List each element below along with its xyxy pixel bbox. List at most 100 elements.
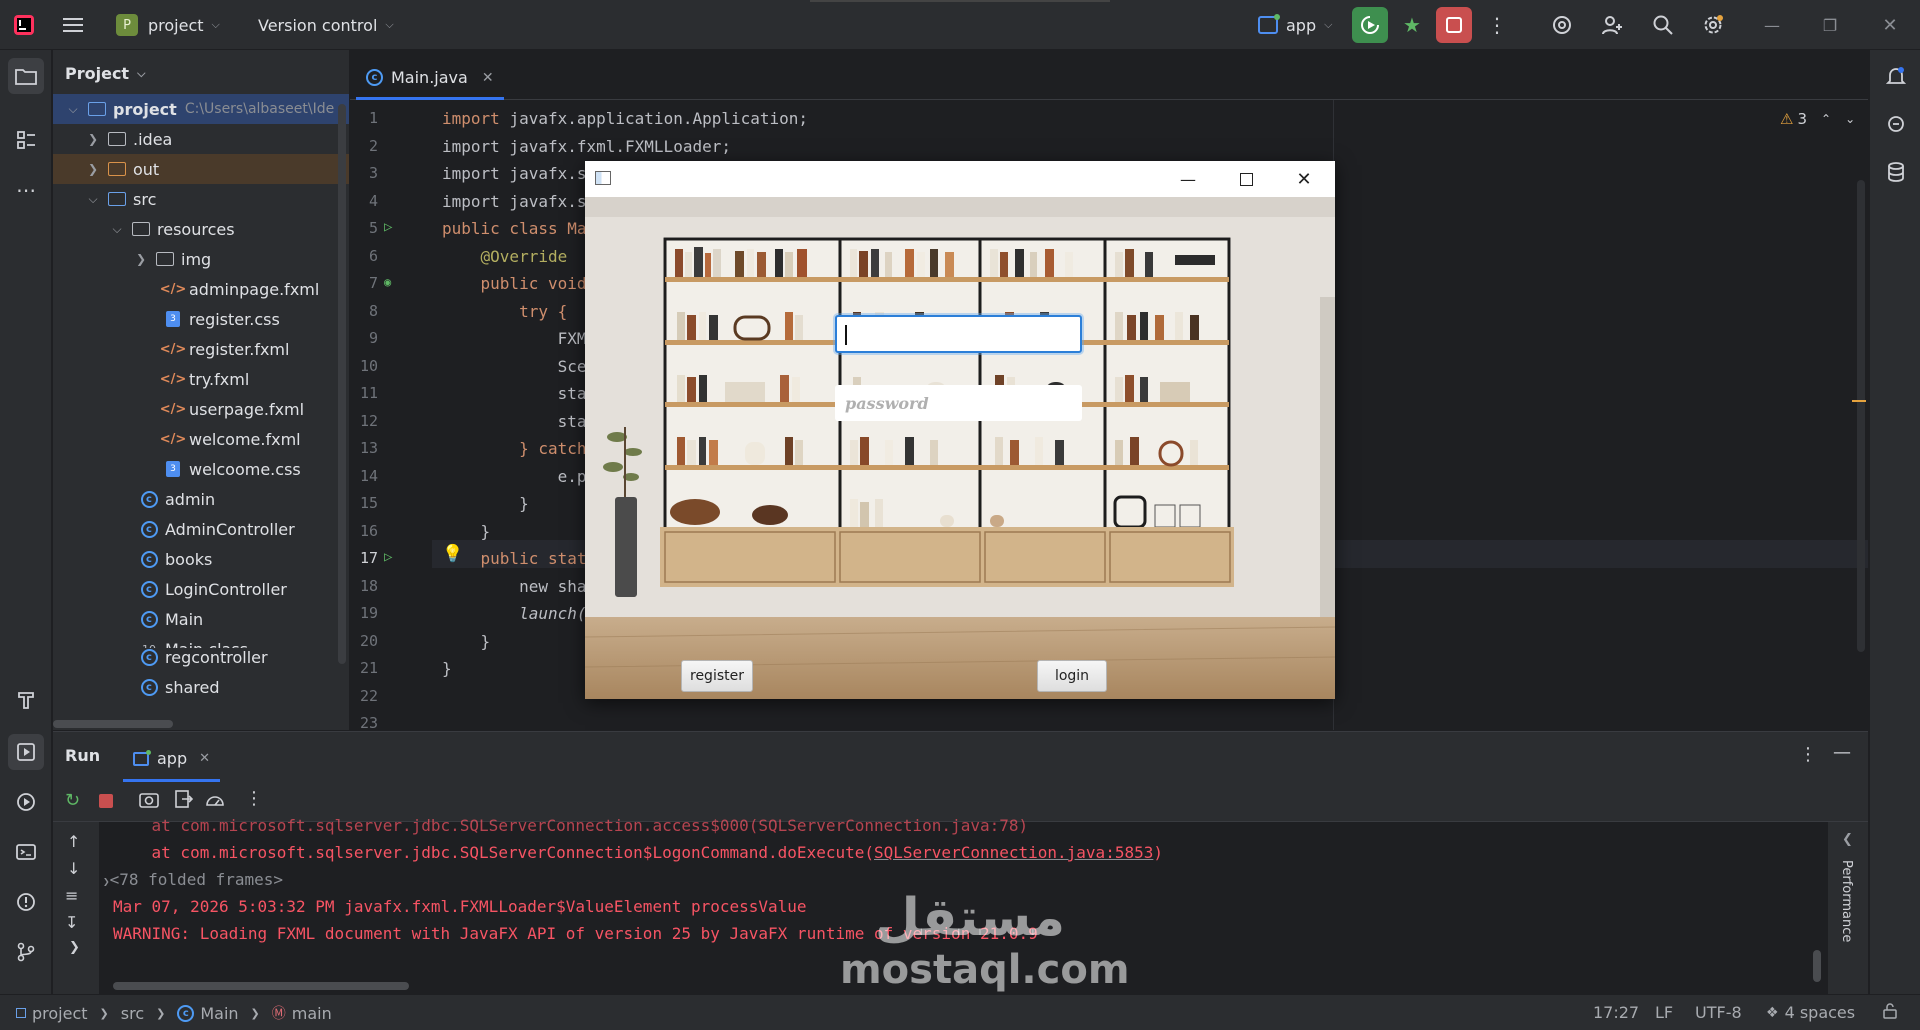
exit-icon[interactable] — [175, 790, 194, 812]
readonly-lock-icon[interactable] — [1882, 1003, 1898, 1023]
close-window-icon[interactable]: ✕ — [1275, 161, 1333, 197]
tree-item-out[interactable]: ❯ out — [53, 154, 349, 184]
tree-item-welcoome-css[interactable]: 3 welcoome.css — [53, 454, 349, 484]
run-config-selector[interactable]: app ⌵ — [1258, 12, 1332, 38]
main-menu-icon[interactable] — [55, 7, 91, 43]
hide-panel-icon[interactable]: — — [1833, 742, 1851, 763]
debug-icon[interactable]: ★ — [1394, 7, 1430, 43]
tree-item-admin[interactable]: c admin — [53, 484, 349, 514]
file-encoding[interactable]: UTF-8 — [1695, 1003, 1742, 1022]
performance-tab[interactable]: Performance — [1839, 860, 1854, 942]
override-gutter-icon[interactable]: ◉ — [384, 275, 391, 289]
breadcrumb-project[interactable]: project — [32, 1004, 88, 1023]
structure-tool-icon[interactable] — [8, 122, 44, 158]
folded-frames[interactable]: ❯<78 folded frames> — [103, 866, 283, 893]
maximize-icon[interactable] — [1217, 161, 1275, 197]
tree-root-row[interactable]: ⌵ project C:\Users\albaseet\Ide — [53, 94, 349, 124]
profiler-gauge-icon[interactable] — [205, 790, 225, 812]
lightbulb-icon[interactable]: 💡 — [442, 544, 463, 564]
horizontal-scrollbar[interactable] — [53, 720, 173, 728]
close-tab-icon[interactable]: ✕ — [482, 70, 494, 86]
breadcrumb-method[interactable]: main — [292, 1004, 332, 1023]
run-tab-app[interactable]: app ✕ — [123, 738, 221, 782]
minimize-icon[interactable]: — — [1159, 161, 1217, 197]
database-icon[interactable] — [1878, 154, 1914, 190]
tree-item-userpage-fxml[interactable]: </> userpage.fxml — [53, 394, 349, 424]
tree-item-shared[interactable]: c shared — [53, 672, 349, 702]
tree-item-admincontroller[interactable]: c AdminController — [53, 514, 349, 544]
run-options-icon[interactable]: ⋮ — [1799, 744, 1817, 765]
tree-item-books[interactable]: c books — [53, 544, 349, 574]
tab-main-java[interactable]: c Main.java ✕ — [356, 58, 504, 100]
login-button[interactable]: login — [1037, 660, 1107, 692]
project-tool-icon[interactable] — [8, 58, 44, 94]
add-user-icon[interactable] — [1594, 7, 1630, 43]
xml-file-icon: </> — [159, 341, 187, 357]
close-window-icon[interactable]: ✕ — [1872, 7, 1908, 43]
line-number: 17 — [359, 549, 378, 567]
source-link[interactable]: SQLServerConnection.java:5853 — [874, 843, 1153, 862]
tree-item-resources[interactable]: ⌵ resources — [53, 214, 349, 244]
run-gutter-icon[interactable]: ▷ — [384, 549, 392, 565]
problems-tool-icon[interactable] — [8, 884, 44, 920]
tree-item-img[interactable]: ❯ img — [53, 244, 349, 274]
console-horizontal-scrollbar[interactable] — [113, 982, 409, 990]
console-vertical-scrollbar[interactable] — [1813, 950, 1821, 982]
tree-item-main-class[interactable]: 10 Main.class — [53, 634, 349, 649]
minimize-icon[interactable]: — — [1754, 7, 1790, 43]
notifications-bell-icon[interactable] — [1878, 58, 1914, 94]
settings-gear-icon[interactable] — [1695, 7, 1731, 43]
right-tool-strip — [1869, 50, 1920, 994]
search-icon[interactable] — [1645, 7, 1681, 43]
tree-item-src[interactable]: ⌵ src — [53, 184, 349, 214]
rerun-button[interactable] — [1352, 7, 1388, 43]
more-actions-icon[interactable]: ⋮ — [245, 788, 263, 809]
restore-icon[interactable]: ❐ — [1812, 7, 1848, 43]
tree-item-label: admin — [165, 489, 216, 509]
warning-stripe-marker[interactable] — [1852, 400, 1866, 402]
tree-item-register-fxml[interactable]: </> register.fxml — [53, 334, 349, 364]
tree-item-try-fxml[interactable]: </> try.fxml — [53, 364, 349, 394]
project-panel-header[interactable]: Project ⌵ — [65, 64, 145, 83]
console-text: ) — [1153, 843, 1163, 862]
breadcrumb-src[interactable]: src — [121, 1004, 144, 1023]
terminal-tool-icon[interactable] — [8, 834, 44, 870]
more-tools-icon[interactable]: ⋯ — [8, 172, 44, 208]
indent-settings[interactable]: ❖ 4 spaces — [1766, 1003, 1855, 1022]
stop-icon[interactable] — [99, 794, 113, 808]
tree-item-label: Main — [165, 609, 204, 629]
run-tool-icon[interactable] — [8, 734, 44, 770]
rerun-icon[interactable]: ↻ — [65, 790, 80, 811]
tree-item-logincontroller[interactable]: c LoginController — [53, 574, 349, 604]
chevron-left-icon[interactable]: ❮ — [1842, 832, 1853, 847]
stop-button[interactable] — [1436, 7, 1472, 43]
username-input[interactable] — [835, 315, 1082, 353]
tree-item-welcome-fxml[interactable]: </> welcome.fxml — [53, 424, 349, 454]
build-tool-icon[interactable] — [8, 682, 44, 718]
breadcrumb-main[interactable]: Main — [200, 1004, 238, 1023]
tree-item-adminpage-fxml[interactable]: </> adminpage.fxml — [53, 274, 349, 304]
app-title-bar[interactable]: — ✕ — [585, 161, 1335, 197]
caret-position[interactable]: 17:27 — [1593, 1003, 1639, 1022]
ai-assistant-icon[interactable] — [1544, 7, 1580, 43]
intellij-logo-icon[interactable] — [6, 7, 42, 43]
project-selector[interactable]: P project ⌵ — [116, 12, 220, 38]
tree-item-register-css[interactable]: 3 register.css — [53, 304, 349, 334]
more-actions-icon[interactable]: ⋮ — [1479, 7, 1515, 43]
services-tool-icon[interactable] — [8, 784, 44, 820]
line-separator[interactable]: LF — [1655, 1003, 1673, 1022]
vertical-scrollbar[interactable] — [338, 104, 346, 664]
tree-item-main[interactable]: c Main — [53, 604, 349, 634]
screenshot-camera-icon[interactable] — [139, 790, 159, 812]
password-input[interactable]: password — [835, 385, 1082, 421]
editor-scrollbar[interactable] — [1857, 180, 1865, 652]
register-button[interactable]: register — [681, 660, 753, 692]
line-number-gutter: 1 2 3 4 5 6 7 8 9 10 11 12 13 14 15 16 1… — [350, 100, 432, 732]
version-control-menu[interactable]: Version control ⌵ — [258, 12, 394, 38]
ai-chat-icon[interactable] — [1878, 106, 1914, 142]
tree-item-idea[interactable]: ❯ .idea — [53, 124, 349, 154]
run-gutter-icon[interactable]: ▷ — [384, 219, 392, 235]
close-tab-icon[interactable]: ✕ — [199, 751, 210, 766]
tree-item-regcontroller[interactable]: c regcontroller — [53, 648, 349, 672]
git-tool-icon[interactable] — [8, 934, 44, 970]
